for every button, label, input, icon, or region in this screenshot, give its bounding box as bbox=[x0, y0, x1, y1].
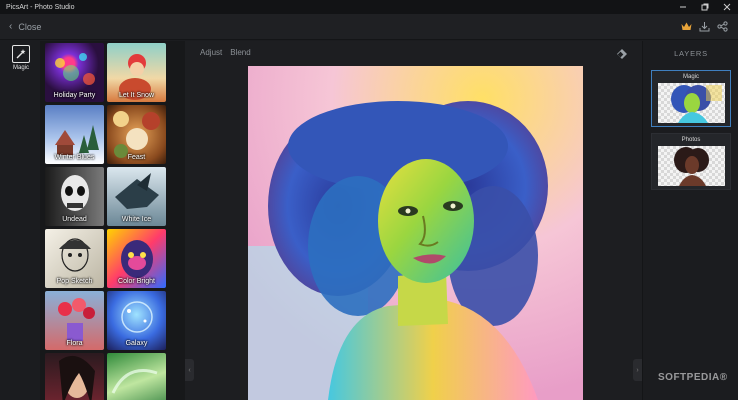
effect-tile[interactable]: Let It Snow bbox=[107, 43, 166, 102]
effect-label: Flora bbox=[66, 340, 83, 347]
effect-tile[interactable]: Winter Blues bbox=[45, 105, 104, 164]
effect-label: Pop Sketch bbox=[56, 278, 93, 285]
effect-tile[interactable] bbox=[107, 353, 166, 400]
effects-panel: Holiday Party Let It Snow Winter Blues F… bbox=[40, 41, 185, 400]
title-bar: PicsArt - Photo Studio bbox=[0, 0, 738, 14]
window-title: PicsArt - Photo Studio bbox=[6, 3, 75, 11]
watermark: SOFTPEDIA® bbox=[658, 372, 728, 383]
collapse-right-handle[interactable]: › bbox=[633, 359, 642, 381]
close-button[interactable]: ‹ Close bbox=[0, 21, 41, 32]
magic-label: Magic bbox=[12, 65, 29, 71]
tool-rail: Magic bbox=[0, 41, 40, 400]
effect-label: Holiday Party bbox=[53, 92, 96, 99]
effect-label: Color Bright bbox=[118, 278, 155, 285]
magic-tool[interactable]: Magic bbox=[9, 45, 33, 71]
crown-icon[interactable] bbox=[680, 21, 692, 33]
effect-tile[interactable]: Feast bbox=[107, 105, 166, 164]
layer-thumbnail bbox=[658, 146, 725, 186]
collapse-left-handle[interactable]: ‹ bbox=[185, 359, 194, 381]
tab-adjust[interactable]: Adjust bbox=[200, 48, 222, 57]
layers-panel: LAYERS Magic Photos bbox=[642, 41, 738, 400]
effect-label: Undead bbox=[62, 216, 87, 223]
effect-tile[interactable]: Flora bbox=[45, 291, 104, 350]
effect-label: Let It Snow bbox=[118, 92, 155, 99]
effect-tile[interactable] bbox=[45, 353, 104, 400]
effect-label: Feast bbox=[127, 154, 146, 161]
layer-label: Magic bbox=[682, 74, 699, 80]
eraser-icon[interactable] bbox=[616, 47, 628, 65]
window-controls bbox=[672, 0, 738, 14]
download-icon[interactable] bbox=[698, 21, 710, 33]
top-toolbar: ‹ Close bbox=[0, 14, 738, 40]
effect-tile[interactable]: White Ice bbox=[107, 167, 166, 226]
close-icon[interactable] bbox=[716, 0, 738, 14]
minimize-icon[interactable] bbox=[672, 0, 694, 14]
close-label: Close bbox=[18, 21, 42, 32]
layer-label: Photos bbox=[681, 137, 701, 143]
magic-wand-icon bbox=[12, 45, 30, 63]
effect-tile[interactable]: Color Bright bbox=[107, 229, 166, 288]
effect-tile[interactable]: Galaxy bbox=[107, 291, 166, 350]
layer-photos[interactable]: Photos bbox=[651, 133, 731, 190]
effect-label: White Ice bbox=[121, 216, 152, 223]
tab-blend[interactable]: Blend bbox=[230, 48, 250, 57]
effect-label: Galaxy bbox=[125, 340, 148, 347]
effect-tile[interactable]: Undead bbox=[45, 167, 104, 226]
effect-label: Winter Blues bbox=[54, 154, 95, 161]
share-icon[interactable] bbox=[716, 21, 728, 33]
chevron-left-icon: ‹ bbox=[9, 21, 13, 32]
restore-icon[interactable] bbox=[694, 0, 716, 14]
effect-tile[interactable]: Pop Sketch bbox=[45, 229, 104, 288]
layer-magic[interactable]: Magic bbox=[651, 70, 731, 127]
canvas-area: Adjust Blend ‹ › bbox=[185, 41, 642, 400]
layer-thumbnail bbox=[658, 83, 725, 123]
effect-tile[interactable]: Holiday Party bbox=[45, 43, 104, 102]
edited-photo[interactable] bbox=[248, 66, 583, 400]
layers-header: LAYERS bbox=[674, 49, 708, 58]
